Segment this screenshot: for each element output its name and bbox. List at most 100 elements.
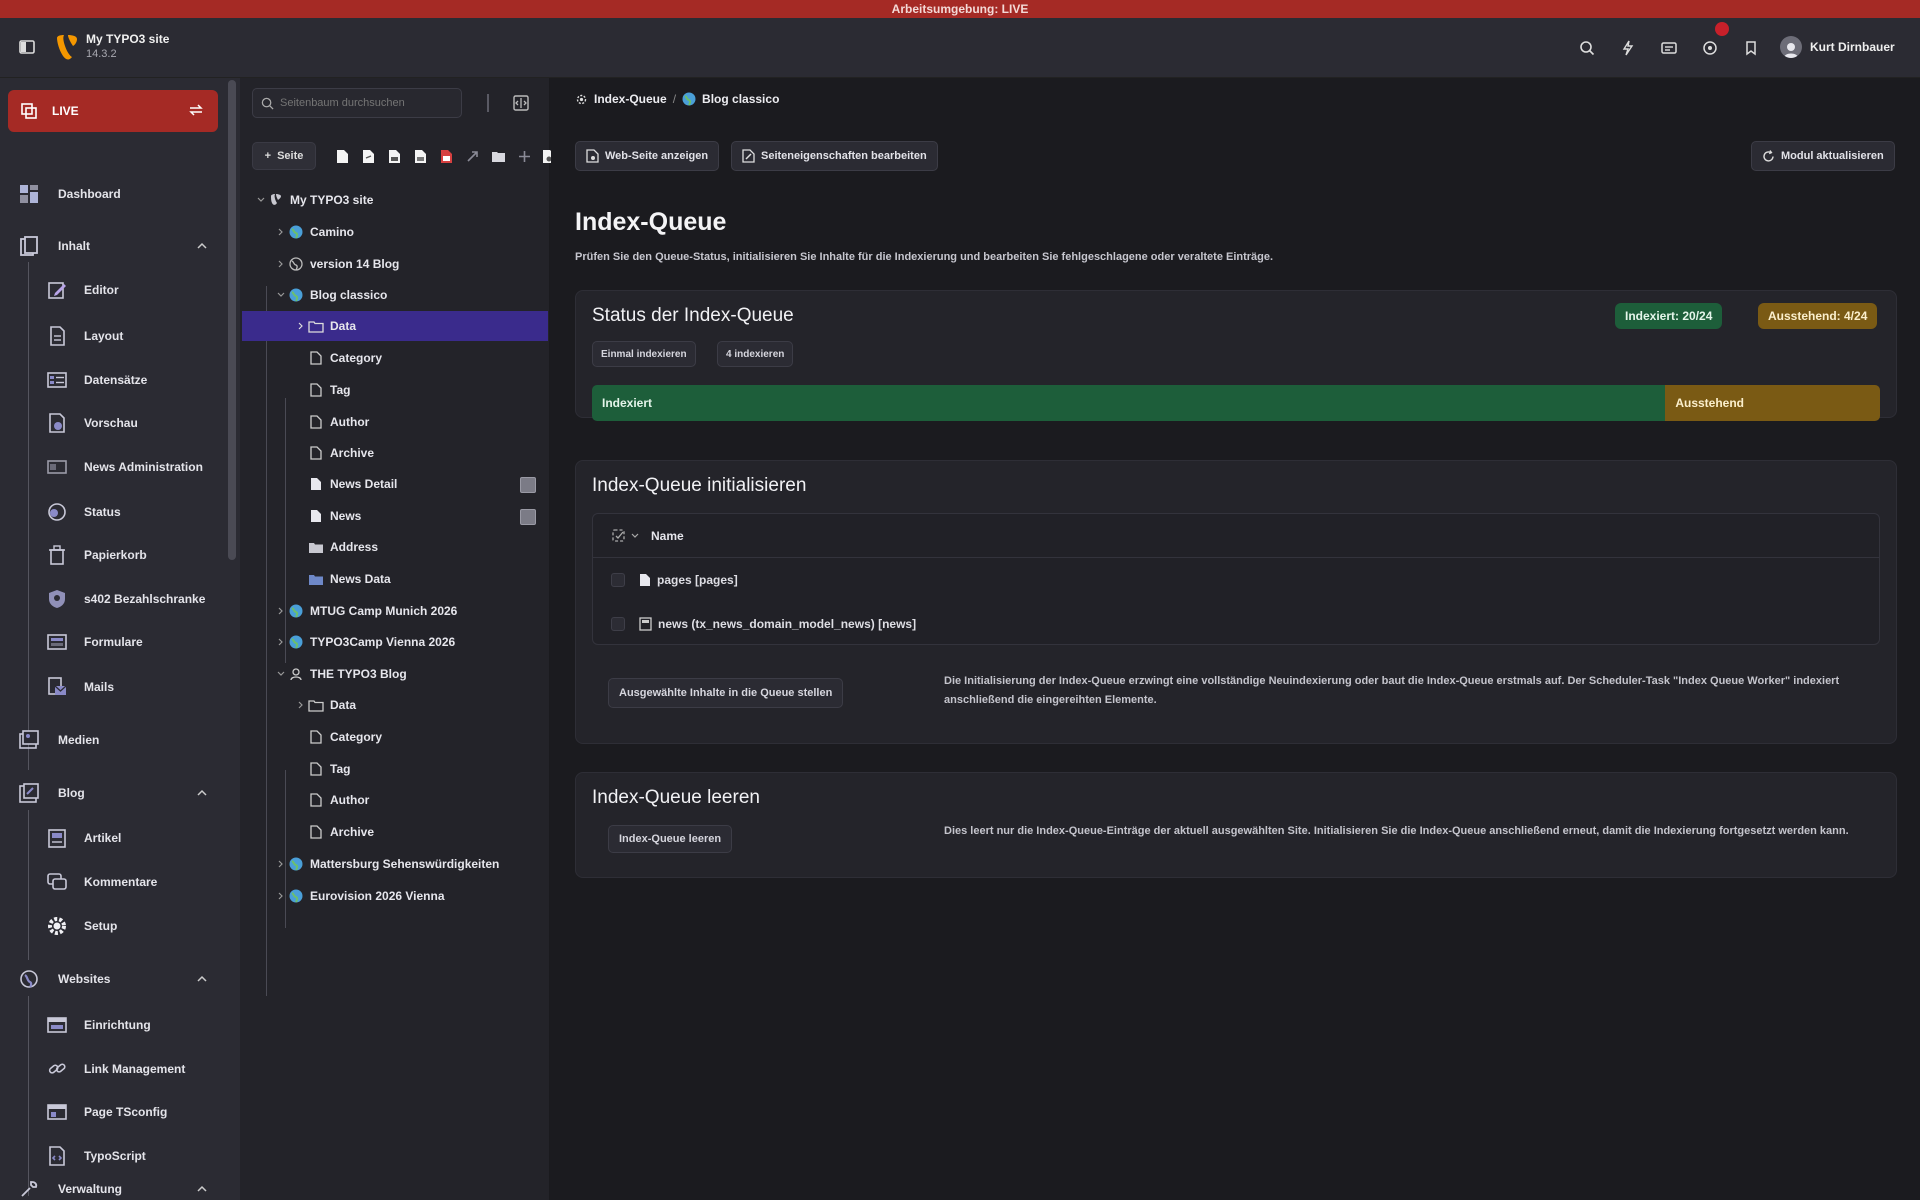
edit-page-properties-button[interactable]: Seiteneigenschaften bearbeiten bbox=[731, 141, 938, 171]
sidebar-toggle-icon[interactable] bbox=[18, 38, 36, 56]
page-icon bbox=[308, 508, 324, 524]
media-icon bbox=[16, 727, 42, 753]
tree-node-typo3camp[interactable]: TYPO3Camp Vienna 2026 bbox=[242, 627, 548, 657]
table-row: news (tx_news_domain_model_news) [news] bbox=[593, 602, 1879, 646]
chevron-right-icon[interactable] bbox=[294, 319, 308, 333]
tree-node-version14blog[interactable]: version 14 Blog bbox=[242, 249, 548, 279]
module-media[interactable]: Medien bbox=[0, 722, 220, 758]
tree-node-thetypo3blog[interactable]: THE TYPO3 Blog bbox=[242, 659, 548, 689]
tree-node-author[interactable]: Author bbox=[242, 407, 548, 437]
tree-node-mattersburg[interactable]: Mattersburg Sehenswürdigkeiten bbox=[242, 849, 548, 879]
tree-node-archive2[interactable]: Archive bbox=[242, 817, 548, 847]
tree-node-tag2[interactable]: Tag bbox=[242, 754, 548, 784]
select-all-toggle[interactable] bbox=[611, 528, 639, 544]
tree-node-address[interactable]: Address bbox=[242, 532, 548, 562]
tree-node-category2[interactable]: Category bbox=[242, 722, 548, 752]
workspace-icon[interactable] bbox=[1657, 36, 1681, 60]
module-group-verwaltung[interactable]: Verwaltung bbox=[0, 1171, 220, 1200]
tree-node-author2[interactable]: Author bbox=[242, 785, 548, 815]
plus-icon: + bbox=[264, 150, 272, 162]
tree-node-data-selected[interactable]: Data bbox=[242, 311, 548, 341]
typo3-logo-icon[interactable] bbox=[54, 32, 80, 62]
module-status[interactable]: Status bbox=[0, 494, 220, 530]
chevron-right-icon[interactable] bbox=[274, 889, 288, 903]
breadcrumb-module[interactable]: Index-Queue bbox=[594, 92, 667, 106]
add-page-button[interactable]: + Seite bbox=[252, 142, 316, 170]
bookmark-icon[interactable] bbox=[1739, 36, 1763, 60]
module-records[interactable]: Datensätze bbox=[0, 362, 220, 398]
collapse-tree-icon[interactable] bbox=[512, 94, 530, 115]
page-shortcut-icon[interactable] bbox=[386, 148, 402, 164]
row-checkbox[interactable] bbox=[611, 573, 625, 587]
module-news-administration[interactable]: News Administration bbox=[0, 449, 220, 485]
search-icon[interactable] bbox=[1575, 36, 1599, 60]
chevron-right-icon[interactable] bbox=[274, 857, 288, 871]
module-paywall[interactable]: s402 Bezahlschranke bbox=[0, 581, 220, 617]
module-link-management[interactable]: Link Management bbox=[0, 1051, 220, 1087]
module-blog-comments[interactable]: Kommentare bbox=[0, 864, 220, 900]
chevron-down-icon[interactable] bbox=[254, 193, 268, 207]
user-menu[interactable]: Kurt Dirnbauer bbox=[1780, 34, 1895, 60]
module-recycler[interactable]: Papierkorb bbox=[0, 537, 220, 573]
module-mails[interactable]: Mails bbox=[0, 669, 220, 705]
tree-node-eurovision[interactable]: Eurovision 2026 Vienna bbox=[242, 881, 548, 911]
tree-node-root[interactable]: My TYPO3 site bbox=[242, 185, 548, 215]
site-name[interactable]: My TYPO3 site bbox=[86, 32, 169, 46]
page-link-icon[interactable] bbox=[360, 148, 376, 164]
tree-node-newsdata[interactable]: News Data bbox=[242, 564, 548, 594]
module-editor[interactable]: Editor bbox=[0, 272, 220, 308]
system-information-icon[interactable] bbox=[1698, 36, 1722, 60]
module-group-blog-label: Blog bbox=[58, 786, 85, 800]
chevron-right-icon[interactable] bbox=[274, 257, 288, 271]
clear-queue-button[interactable]: Index-Queue leeren bbox=[608, 825, 733, 853]
row-checkbox[interactable] bbox=[611, 617, 625, 631]
breadcrumb-page[interactable]: Blog classico bbox=[702, 92, 779, 106]
tree-node-blogclassico[interactable]: Blog classico bbox=[242, 280, 548, 310]
folder-icon[interactable] bbox=[490, 148, 506, 164]
module-group-blog[interactable]: Blog bbox=[0, 775, 220, 811]
module-group-websites[interactable]: Websites bbox=[0, 961, 220, 997]
module-menu-scrollbar[interactable] bbox=[228, 80, 236, 560]
flash-icon[interactable] bbox=[1616, 36, 1640, 60]
globe-icon bbox=[288, 888, 304, 904]
index-once-button[interactable]: Einmal indexieren bbox=[592, 341, 696, 367]
module-site-configuration[interactable]: Einrichtung bbox=[0, 1007, 220, 1043]
tree-node-news[interactable]: News bbox=[242, 501, 548, 531]
tree-node-camino[interactable]: Camino bbox=[242, 217, 548, 247]
page-mountpoint-icon[interactable] bbox=[412, 148, 428, 164]
tree-node-newsdetail[interactable]: News Detail bbox=[242, 469, 548, 499]
chevron-down-icon[interactable] bbox=[274, 288, 288, 302]
reload-module-button[interactable]: Modul aktualisieren bbox=[1751, 141, 1895, 171]
tree-node-data2[interactable]: Data bbox=[242, 690, 548, 720]
folder-icon bbox=[308, 539, 324, 555]
module-preview[interactable]: Vorschau bbox=[0, 405, 220, 441]
module-blog-setup[interactable]: Setup bbox=[0, 908, 220, 944]
spacer-icon[interactable] bbox=[516, 148, 532, 164]
queue-selected-button[interactable]: Ausgewählte Inhalte in die Queue stellen bbox=[608, 678, 844, 708]
chevron-right-icon[interactable] bbox=[274, 225, 288, 239]
module-page-tsconfig[interactable]: Page TSconfig bbox=[0, 1094, 220, 1130]
module-blog-articles[interactable]: Artikel bbox=[0, 820, 220, 856]
module-layout[interactable]: Layout bbox=[0, 318, 220, 354]
page-standard-icon[interactable] bbox=[334, 148, 350, 164]
module-typoscript[interactable]: TypoScript bbox=[0, 1138, 220, 1174]
chevron-right-icon[interactable] bbox=[274, 604, 288, 618]
view-webpage-button[interactable]: Web-Seite anzeigen bbox=[575, 141, 720, 171]
tree-node-category[interactable]: Category bbox=[242, 343, 548, 373]
tree-node-tag[interactable]: Tag bbox=[242, 375, 548, 405]
module-dashboard[interactable]: Dashboard bbox=[0, 176, 220, 212]
user-name: Kurt Dirnbauer bbox=[1810, 40, 1895, 54]
tree-node-archive[interactable]: Archive bbox=[242, 438, 548, 468]
index-n-button[interactable]: 4 indexieren bbox=[717, 341, 794, 367]
chevron-down-icon[interactable] bbox=[274, 667, 288, 681]
page-tree-search[interactable] bbox=[252, 88, 462, 118]
chevron-right-icon[interactable] bbox=[294, 698, 308, 712]
workspace-live-button[interactable]: LIVE bbox=[8, 90, 218, 132]
module-group-inhalt[interactable]: Inhalt bbox=[0, 228, 220, 264]
chevron-right-icon[interactable] bbox=[274, 635, 288, 649]
tree-node-mtug[interactable]: MTUG Camp Munich 2026 bbox=[242, 596, 548, 626]
module-forms[interactable]: Formulare bbox=[0, 624, 220, 660]
link-external-icon[interactable] bbox=[464, 148, 480, 164]
page-backend-only-icon[interactable] bbox=[438, 148, 454, 164]
page-tree-search-input[interactable] bbox=[280, 97, 455, 109]
